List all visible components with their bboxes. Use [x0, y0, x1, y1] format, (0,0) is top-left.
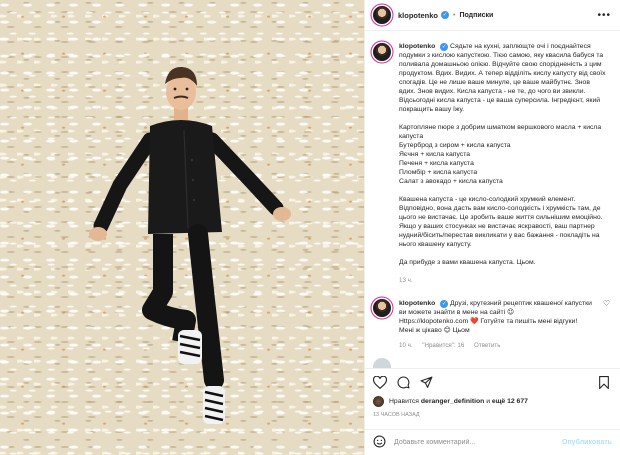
caption: klopotenko ✓ Сядьте на кухні, заплющте о… [373, 42, 612, 285]
caption-line: покращить вашу їжу. [399, 106, 465, 113]
publish-button[interactable]: Опубликовать [562, 439, 612, 446]
caption-line: Якщо у ваших стосунках не вистачає яскра… [399, 223, 595, 230]
next-comment-avatar [373, 358, 391, 368]
add-comment-bar: Опубликовать [365, 429, 620, 455]
caption-line: Пломбір + кисла капуста [399, 169, 478, 176]
caption-line: Да прибуде з вами квашена капуста. Цьом. [399, 259, 536, 266]
liker-username[interactable]: deranger_definition [421, 398, 484, 405]
caption-line: капуста [399, 133, 424, 140]
comments-list[interactable]: klopotenko ✓ Сядьте на кухні, заплющте о… [365, 32, 620, 368]
author-username[interactable]: klopotenko [398, 11, 438, 20]
caption-line: поливала домашньою олією. Відчуйте свою … [399, 61, 602, 68]
verified-badge-icon: ✓ [440, 43, 449, 51]
caption-line: Картопляне пюре з добрим шматком вершков… [399, 124, 602, 131]
caption-line: Бутерброд з сиром + кисла капуста [399, 142, 511, 149]
caption-time[interactable]: 13 ч. [399, 276, 612, 285]
caption-line: Відсьогодні кисла капуста - це ваша супе… [399, 97, 601, 104]
comment-likes[interactable]: "Нравится": 16 [422, 342, 464, 349]
post-timestamp[interactable]: 13 ЧАСОВ НАЗАД [373, 412, 420, 418]
more-options-icon[interactable]: ••• [597, 10, 611, 21]
comment-input[interactable] [394, 439, 559, 446]
caption-paragraph: Картопляне пюре з добрим шматком вершков… [399, 123, 612, 186]
instagram-post: klopotenko ✓ • Подписки ••• klopotenko ✓… [0, 0, 620, 455]
man-lying-on-sauerkraut-illustration [89, 66, 291, 424]
bookmark-icon[interactable] [598, 376, 610, 391]
comment-like-heart-icon[interactable]: ♡ [603, 299, 610, 308]
comment-line: ви можете знайти в мене на сайті 😉 [399, 309, 515, 316]
likes-count[interactable]: ещё 12 677 [492, 398, 528, 405]
caption-line: Печеня + кисла капуста [399, 160, 474, 167]
caption-line: подумки з кислою капусткою. Тією самою, … [399, 52, 604, 59]
comment: klopotenko ✓ Друзі, крутезний рецептик к… [373, 299, 612, 350]
comment-body: klopotenko ✓ Друзі, крутезний рецептик к… [399, 299, 609, 350]
comment-avatar[interactable] [373, 299, 391, 317]
comment-line: Https://klopotenko.com ❤️ Готуйте та пиш… [399, 318, 578, 325]
verified-badge-icon: ✓ [440, 300, 449, 308]
caption-line: Сядьте на кухні, заплющте очі і поєднайт… [450, 43, 591, 50]
header-separator: • [453, 11, 456, 19]
caption-line: нього квашену капусту. [399, 241, 472, 248]
liker-avatar[interactable] [373, 396, 384, 407]
verified-badge-icon: ✓ [441, 11, 450, 19]
post-photo[interactable] [0, 0, 364, 455]
caption-line: вдих. Знов видих. Кисла капуста - не те,… [399, 88, 586, 95]
comment-line: Друзі, крутезний рецептик квашеної капус… [450, 300, 592, 307]
caption-line: Яєчня + кисла капуста [399, 151, 471, 158]
heart-icon[interactable] [372, 375, 388, 391]
caption-line: цього не вистачає. Це зробить ваше життя… [399, 214, 603, 221]
comment-line: Мені ж цікаво 😊 Цьом [399, 327, 470, 334]
comment-time[interactable]: 10 ч. [399, 342, 413, 349]
likes-prefix: Нравится [389, 398, 419, 405]
comment-username[interactable]: klopotenko [399, 300, 435, 307]
share-icon[interactable] [420, 376, 433, 391]
caption-line: Салат з авокадо + кисла капуста [399, 178, 503, 185]
caption-line: Відповідно, вона дасть вам кисло-солодкі… [399, 205, 601, 212]
caption-username[interactable]: klopotenko [399, 43, 435, 50]
caption-paragraph: Да прибуде з вами квашена капуста. Цьом. [399, 258, 612, 267]
caption-line: Квашена капуста - це кисло-солодкий хрум… [399, 196, 576, 203]
following-button[interactable]: Подписки [459, 12, 493, 19]
likes-summary[interactable]: Нравится deranger_definition и ещё 12 67… [373, 396, 528, 407]
caption-paragraph: Квашена капуста - це кисло-солодкий хрум… [399, 195, 612, 249]
post-header: klopotenko ✓ • Подписки ••• [365, 0, 620, 31]
post-side-panel: klopotenko ✓ • Подписки ••• klopotenko ✓… [364, 0, 620, 455]
caption-line: нудний/бісить/перестав викликати у вас б… [399, 232, 600, 239]
comment-meta: 10 ч. "Нравится": 16 Ответить [399, 341, 609, 350]
action-bar [365, 368, 620, 398]
author-avatar[interactable] [373, 6, 391, 24]
likes-conjunction: и [486, 398, 491, 405]
caption-avatar[interactable] [373, 43, 391, 61]
caption-body: klopotenko ✓ Сядьте на кухні, заплющте о… [399, 42, 612, 285]
caption-line: спогадів. Це не лише ваше минуле, це ваш… [399, 79, 590, 86]
comment-icon[interactable] [397, 376, 410, 391]
reply-button[interactable]: Ответить [474, 342, 500, 349]
emoji-icon[interactable] [373, 435, 386, 450]
caption-line: продуктом. Вдих. Видих. А тепер відділіт… [399, 70, 606, 77]
